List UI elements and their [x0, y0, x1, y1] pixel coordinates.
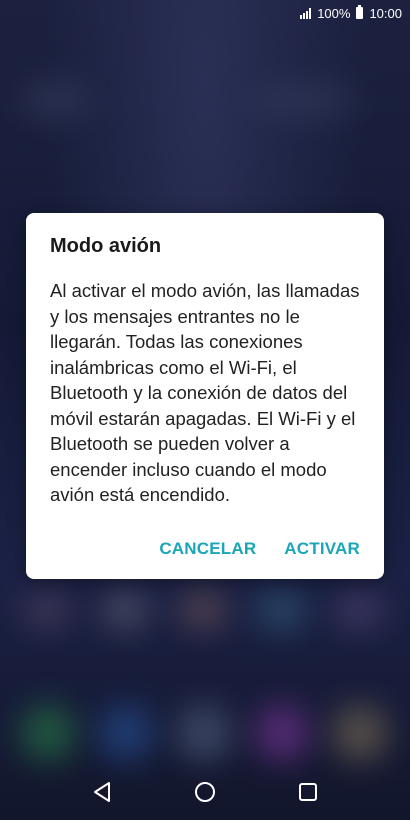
blurred-dock-icon — [176, 705, 232, 761]
blurred-app-icon — [256, 590, 306, 630]
clock: 10:00 — [369, 5, 402, 21]
home-button[interactable] — [185, 772, 225, 812]
back-icon — [93, 782, 110, 802]
dialog-title: Modo avión — [50, 235, 162, 257]
blurred-dock-icon — [332, 705, 388, 761]
status-bar: 100% 10:00 — [0, 0, 410, 26]
blurred-dock-icon — [254, 705, 310, 761]
back-button[interactable] — [82, 772, 122, 812]
battery-percentage: 100% — [317, 5, 351, 21]
activate-button[interactable]: ACTIVAR — [284, 539, 360, 559]
recents-icon — [299, 783, 318, 801]
cancel-button[interactable]: CANCELAR — [159, 539, 256, 559]
blurred-app-icon — [100, 590, 150, 630]
blurred-app-icon — [334, 590, 384, 630]
blurred-app-icon — [178, 590, 228, 630]
navigation-bar — [0, 764, 410, 820]
signal-icon — [300, 7, 312, 19]
blurred-dock-icon — [20, 705, 76, 761]
recents-button[interactable] — [288, 772, 328, 812]
airplane-mode-dialog: Modo avión Al activar el modo avión, las… — [26, 213, 384, 579]
blurred-widget — [250, 85, 360, 115]
blurred-app-icon — [22, 590, 72, 630]
blurred-dock-icon — [98, 705, 154, 761]
battery-icon — [356, 5, 364, 19]
dialog-actions: CANCELAR ACTIVAR — [159, 539, 360, 559]
dialog-message: Al activar el modo avión, las llamadas y… — [50, 280, 360, 505]
blurred-widget — [20, 80, 90, 120]
home-icon — [194, 782, 215, 802]
